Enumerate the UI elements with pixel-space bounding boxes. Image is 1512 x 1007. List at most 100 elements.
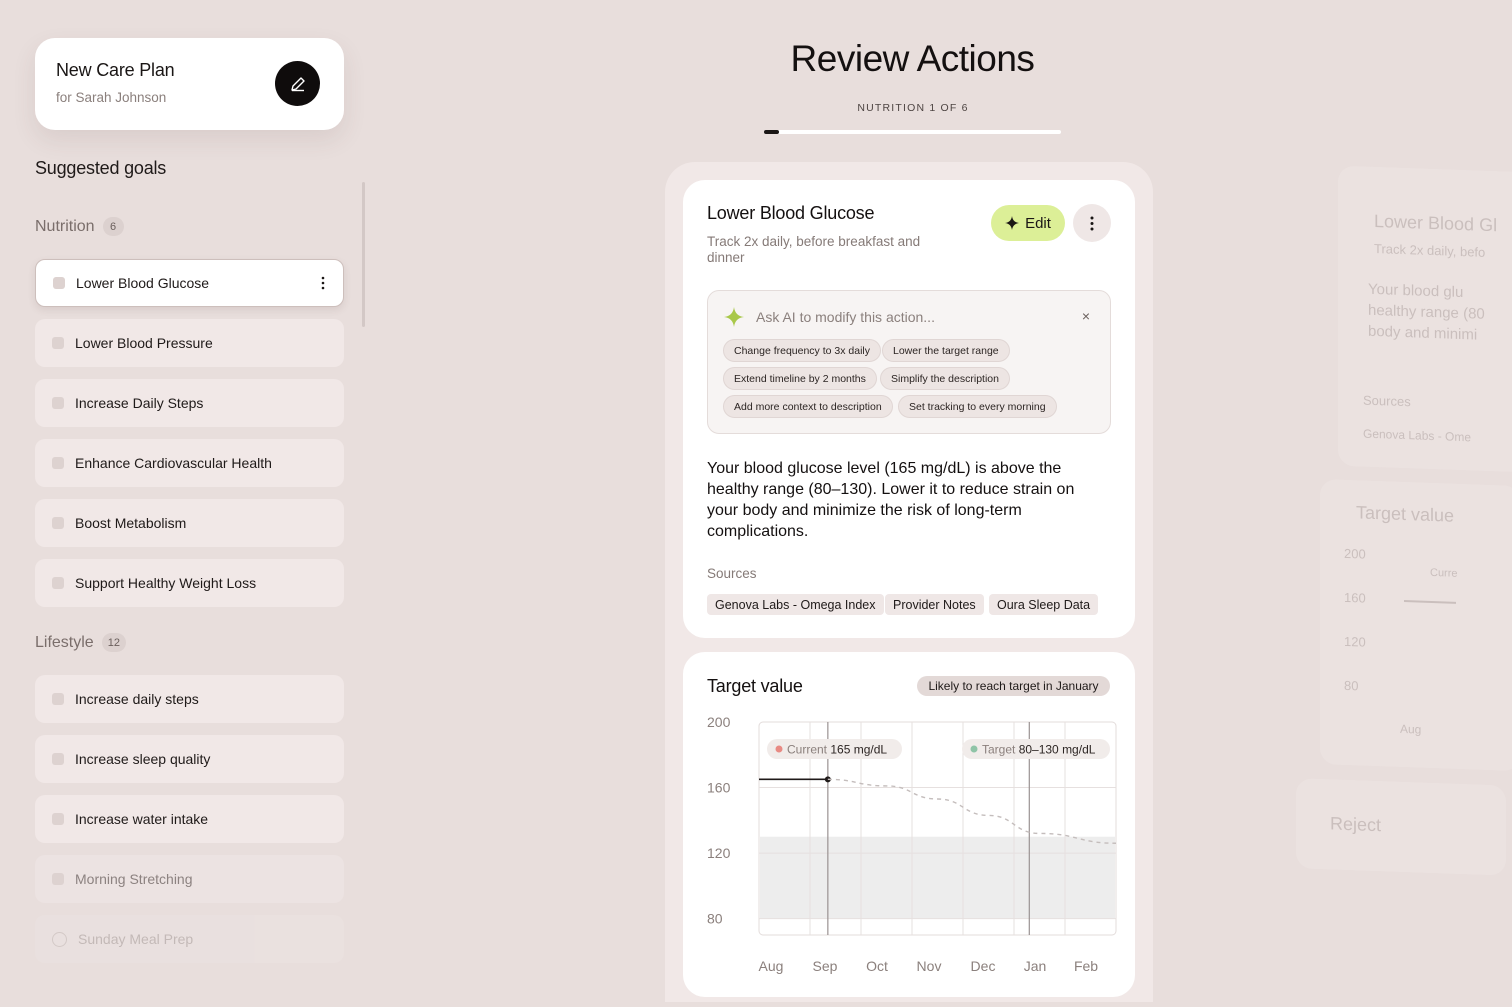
goal-item[interactable]: Increase daily steps bbox=[35, 675, 344, 723]
ghost-sources: Sources bbox=[1363, 392, 1411, 410]
ghost-subtitle: Track 2x daily, befo bbox=[1374, 240, 1486, 260]
group-label: Lifestyle bbox=[35, 633, 94, 651]
goal-label: Enhance Cardiovascular Health bbox=[75, 455, 272, 471]
sparkle-icon bbox=[1005, 216, 1020, 230]
legend-current-value: 165 mg/dL bbox=[830, 743, 887, 757]
ghost-action-card: Lower Blood Gl Track 2x daily, befo Your… bbox=[1338, 165, 1512, 473]
y-tick-label: 80 bbox=[707, 911, 723, 927]
goal-item[interactable]: Boost Metabolism bbox=[35, 499, 344, 547]
progress-bar bbox=[764, 130, 1061, 134]
goal-label: Increase daily steps bbox=[75, 691, 199, 707]
reject-label: Reject bbox=[1330, 813, 1382, 836]
goal-label: Increase Daily Steps bbox=[75, 395, 204, 411]
goal-label: Lower Blood Glucose bbox=[76, 275, 210, 291]
suggestion-chip[interactable]: Add more context to description bbox=[723, 395, 893, 418]
ghost-title: Lower Blood Gl bbox=[1374, 210, 1498, 236]
progress-fill bbox=[764, 130, 779, 134]
ghost-tick: 200 bbox=[1344, 545, 1366, 562]
goal-item[interactable]: Increase water intake bbox=[35, 795, 344, 843]
more-vertical-icon bbox=[1090, 216, 1094, 230]
legend-target-dot bbox=[970, 745, 978, 753]
suggested-goals-heading: Suggested goals bbox=[35, 158, 167, 178]
goal-label: Boost Metabolism bbox=[75, 515, 187, 531]
legend-current-dot bbox=[775, 745, 783, 753]
action-explanation: Your blood glucose level (165 mg/dL) is … bbox=[707, 460, 1075, 540]
suggestion-chip[interactable]: Set tracking to every morning bbox=[898, 395, 1057, 418]
goal-item[interactable]: Sunday Meal Prep bbox=[35, 915, 344, 963]
goal-label: Increase sleep quality bbox=[75, 751, 211, 767]
source-tag[interactable]: Provider Notes bbox=[885, 594, 984, 615]
action-card: Lower Blood Glucose Track 2x daily, befo… bbox=[683, 180, 1135, 638]
x-tick-label: Oct bbox=[866, 958, 888, 974]
edit-action-button[interactable]: Edit bbox=[991, 205, 1065, 241]
goal-item[interactable]: Increase sleep quality bbox=[35, 735, 344, 783]
count-badge: 12 bbox=[101, 633, 126, 652]
reject-button[interactable]: Reject bbox=[1296, 778, 1506, 876]
ghost-month: Aug bbox=[1400, 721, 1422, 737]
legend-current-label: Current 165 mg/dL bbox=[787, 743, 887, 757]
edit-label: Edit bbox=[1025, 214, 1051, 232]
goal-checkbox[interactable] bbox=[52, 577, 64, 589]
goal-checkbox[interactable] bbox=[52, 873, 64, 885]
ghost-target-card: Target value 200 160 120 80 Curre Aug bbox=[1320, 479, 1512, 772]
goal-checkbox[interactable] bbox=[52, 397, 64, 409]
ghost-tick: 120 bbox=[1344, 633, 1366, 650]
ghost-tick: 160 bbox=[1344, 589, 1366, 606]
goal-checkbox[interactable] bbox=[53, 277, 65, 289]
suggestion-chip[interactable]: Extend timeline by 2 months bbox=[723, 367, 877, 390]
group-lifestyle[interactable]: Lifestyle 12 bbox=[35, 633, 126, 652]
close-icon[interactable]: × bbox=[1082, 308, 1090, 324]
y-tick-label: 160 bbox=[707, 780, 731, 796]
goal-item[interactable]: Enhance Cardiovascular Health bbox=[35, 439, 344, 487]
ghost-body-line: Your blood glu bbox=[1368, 280, 1464, 302]
target-value-card: Target value Likely to reach target in J… bbox=[683, 652, 1135, 997]
goal-item[interactable]: Increase Daily Steps bbox=[35, 379, 344, 427]
x-tick-label: Sep bbox=[813, 958, 838, 974]
y-tick-label: 200 bbox=[707, 714, 731, 730]
source-tag[interactable]: Oura Sleep Data bbox=[989, 594, 1099, 615]
suggestion-chip[interactable]: Lower the target range bbox=[882, 339, 1010, 362]
goal-label: Support Healthy Weight Loss bbox=[75, 575, 257, 591]
legend-target-value: 80–130 mg/dL bbox=[1019, 743, 1096, 757]
goal-checkbox[interactable] bbox=[52, 337, 64, 349]
goal-checkbox[interactable] bbox=[52, 457, 64, 469]
app-root: New Care Plan for Sarah Johnson Suggeste… bbox=[0, 0, 1512, 1007]
x-tick-label: Dec bbox=[971, 958, 996, 974]
next-card-preview[interactable]: Lower Blood Gl Track 2x daily, befo Your… bbox=[1296, 158, 1512, 886]
ai-sparkle-icon bbox=[724, 307, 744, 327]
ai-prompt-input[interactable]: Ask AI to modify this action... bbox=[756, 309, 935, 325]
x-tick-label: Feb bbox=[1074, 958, 1098, 974]
goal-item[interactable]: Lower Blood Pressure bbox=[35, 319, 344, 367]
ghost-body-line: healthy range (80 bbox=[1368, 301, 1485, 323]
goal-label: Lower Blood Pressure bbox=[75, 335, 213, 351]
more-options-button[interactable] bbox=[1073, 204, 1111, 242]
action-subtitle: Track 2x daily, before breakfast and din… bbox=[707, 234, 921, 265]
ghost-tick: 80 bbox=[1344, 677, 1359, 694]
ai-modify-box[interactable]: Ask AI to modify this action... × Change… bbox=[707, 290, 1111, 434]
suggestion-chip[interactable]: Change frequency to 3x daily bbox=[723, 339, 882, 362]
ghost-source: Genova Labs - Ome bbox=[1363, 426, 1472, 445]
goal-checkbox[interactable] bbox=[52, 753, 64, 765]
goal-checkbox[interactable] bbox=[52, 693, 64, 705]
goal-item[interactable]: Support Healthy Weight Loss bbox=[35, 559, 344, 607]
goal-item[interactable]: Morning Stretching bbox=[35, 855, 344, 903]
y-tick-label: 120 bbox=[707, 845, 731, 861]
goal-label: Sunday Meal Prep bbox=[78, 931, 194, 947]
x-tick-label: Aug bbox=[759, 958, 784, 974]
source-tag[interactable]: Genova Labs - Omega Index bbox=[707, 594, 884, 615]
goal-checkbox[interactable] bbox=[52, 517, 64, 529]
goal-radio[interactable] bbox=[52, 931, 67, 947]
ghost-target-title: Target value bbox=[1356, 502, 1455, 526]
group-nutrition[interactable]: Nutrition 6 bbox=[35, 217, 124, 236]
suggestion-chip[interactable]: Simplify the description bbox=[880, 367, 1010, 390]
goal-checkbox[interactable] bbox=[52, 813, 64, 825]
glucose-chart: 200 160 120 80 Aug Sep Oct Nov Dec Jan Feb Current … bbox=[707, 714, 1117, 974]
goal-item[interactable]: Lower Blood Glucose bbox=[35, 259, 344, 307]
group-label: Nutrition bbox=[35, 217, 95, 235]
more-vertical-icon[interactable] bbox=[321, 276, 325, 290]
sidebar-scrollbar[interactable] bbox=[362, 182, 365, 327]
ghost-current-label: Curre bbox=[1430, 566, 1458, 580]
goal-label: Morning Stretching bbox=[75, 871, 193, 887]
x-tick-label: Nov bbox=[917, 958, 942, 974]
x-tick-label: Jan bbox=[1024, 958, 1047, 974]
